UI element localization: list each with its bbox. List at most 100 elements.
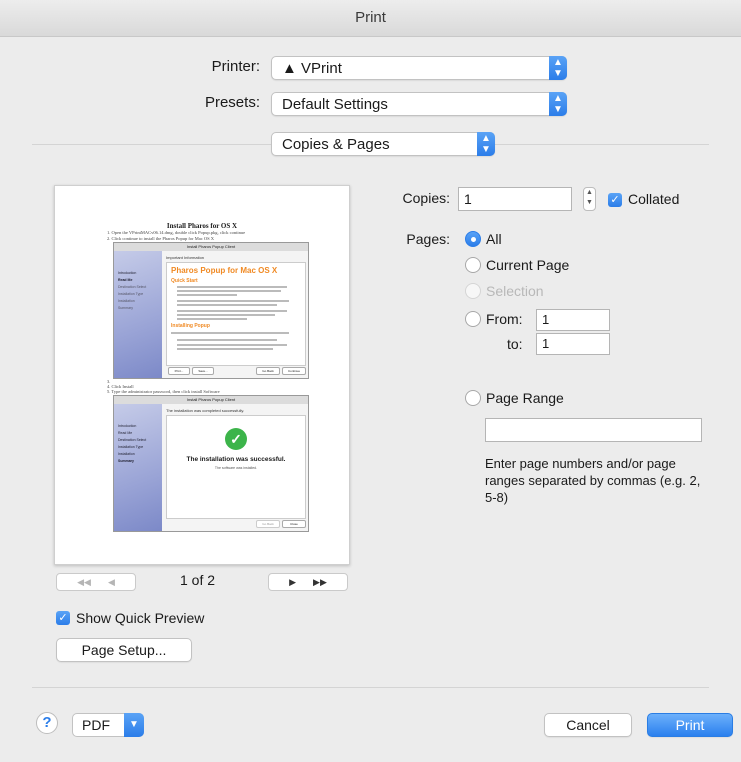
shot2-close-button: Close	[282, 520, 306, 528]
text-line	[171, 332, 289, 334]
preview-step: 5. Type the administrator password, then…	[107, 389, 220, 394]
sidebar-step: Installation	[118, 452, 135, 456]
sidebar-step: Read Me	[118, 278, 133, 282]
shot2-content: ✓ The installation was successful. The s…	[166, 415, 306, 519]
shot2-back-button: Go Back	[256, 520, 280, 528]
text-line	[177, 339, 277, 341]
section-popup[interactable]: Copies & Pages ▲ ▼	[271, 132, 495, 156]
shot1-print-button: Print...	[168, 367, 190, 375]
quick-preview-checkbox[interactable]: ✓	[56, 611, 70, 625]
preview-doc-title: Install Pharos for OS X	[166, 222, 238, 230]
text-line	[177, 348, 273, 350]
preview-next-last-buttons[interactable]: ▶ ▶▶	[268, 573, 348, 591]
preview-screenshot-2: Install Pharos Popup Client Introduction…	[113, 395, 309, 532]
footer-separator	[32, 687, 709, 688]
sidebar-step: Destination Select	[118, 438, 147, 442]
pages-from-radio[interactable]	[465, 311, 481, 327]
help-icon[interactable]: ?	[36, 712, 58, 734]
page-range-input[interactable]	[485, 418, 702, 442]
text-line	[177, 310, 287, 312]
collated-label: Collated	[628, 191, 680, 207]
presets-popup[interactable]: Default Settings ▲ ▼	[271, 92, 567, 116]
sidebar-step: Installation Type	[118, 445, 144, 449]
sidebar-step: Introduction	[118, 424, 137, 428]
sidebar-step: Installation	[118, 299, 135, 303]
text-line	[177, 344, 287, 346]
success-checkmark-icon: ✓	[225, 428, 247, 450]
pdf-menu-button[interactable]: PDF ▼	[72, 713, 144, 737]
chevron-down-icon: ▼	[124, 713, 144, 737]
pages-to-label: to:	[507, 336, 523, 352]
from-page-input[interactable]: 1	[536, 309, 610, 331]
popup-arrows-icon: ▲ ▼	[549, 56, 567, 80]
text-line	[177, 314, 275, 316]
pages-from-label: From:	[486, 311, 523, 327]
presets-label: Presets:	[204, 94, 260, 111]
text-line	[177, 290, 281, 292]
pages-range-label: Page Range	[486, 390, 564, 406]
shot2-header: The installation was completed successfu…	[166, 408, 245, 413]
page-setup-button[interactable]: Page Setup...	[56, 638, 192, 662]
sidebar-step: Read Me	[118, 431, 133, 435]
printer-label: Printer:	[211, 58, 260, 75]
preview-first-prev-buttons[interactable]: ◀◀ ◀	[56, 573, 136, 591]
shot2-success-subtext: The software was installed.	[214, 466, 258, 470]
print-button[interactable]: Print	[647, 713, 733, 737]
section-value: Copies & Pages	[282, 136, 390, 153]
last-page-icon[interactable]: ▶▶	[313, 577, 327, 587]
printer-popup[interactable]: ▲ VPrint ▲ ▼	[271, 56, 567, 80]
pages-all-radio[interactable]	[465, 231, 481, 247]
page-preview: Install Pharos for OS X 1. Open the VPri…	[54, 185, 350, 565]
first-page-icon[interactable]: ◀◀	[77, 577, 91, 587]
sidebar-step: Introduction	[118, 271, 137, 275]
shot1-heading: Pharos Popup for Mac OS X	[171, 266, 278, 275]
pages-all-label: All	[486, 231, 502, 247]
preview-screenshot-1: Install Pharos Popup Client Introduction…	[113, 242, 309, 379]
pages-current-radio[interactable]	[465, 257, 481, 273]
cancel-button[interactable]: Cancel	[544, 713, 632, 737]
sidebar-step: Summary	[118, 306, 133, 310]
previous-page-icon[interactable]: ◀	[108, 577, 115, 587]
to-page-input[interactable]: 1	[536, 333, 610, 355]
page-indicator: 1 of 2	[180, 572, 216, 588]
shot1-continue-button: Continue	[282, 367, 306, 375]
text-line	[177, 304, 277, 306]
shot1-save-button: Save...	[192, 367, 214, 375]
title-bar: Print	[0, 0, 741, 37]
pdf-label: PDF	[82, 717, 110, 733]
pages-selection-label: Selection	[486, 283, 544, 299]
copies-input[interactable]: 1	[458, 187, 572, 211]
shot1-sidebar: Introduction Read Me Destination Select …	[114, 251, 162, 378]
shot1-titlebar: Install Pharos Popup Client	[114, 243, 308, 251]
shot1-header: Important Information	[166, 255, 205, 260]
printer-value: ▲ VPrint	[282, 60, 342, 77]
shot1-subheading: Installing Popup	[171, 323, 210, 329]
pages-selection-radio	[465, 283, 481, 299]
text-line	[177, 286, 287, 288]
next-page-icon[interactable]: ▶	[289, 577, 296, 587]
collated-checkbox[interactable]: ✓	[608, 193, 622, 207]
text-line	[177, 300, 289, 302]
shot1-back-button: Go Back	[256, 367, 280, 375]
window-title: Print	[355, 9, 386, 26]
copies-label: Copies:	[402, 190, 450, 206]
quick-preview-label: Show Quick Preview	[76, 610, 205, 626]
preview-step: 2. Click continue to install the Pharos …	[107, 236, 214, 241]
pages-current-label: Current Page	[486, 257, 570, 273]
popup-arrows-icon: ▲ ▼	[549, 92, 567, 116]
sidebar-step: Summary	[118, 459, 134, 463]
shot1-subheading: Quick Start	[171, 278, 198, 284]
presets-value: Default Settings	[282, 96, 388, 113]
pages-range-radio[interactable]	[465, 390, 481, 406]
pages-label: Pages:	[406, 231, 450, 247]
text-line	[177, 294, 237, 296]
preview-step: 1. Open the VPrintMACv06.14.dmg, double …	[107, 230, 246, 235]
copies-stepper[interactable]: ▲ ▼	[583, 187, 596, 211]
text-line	[177, 318, 247, 320]
popup-arrows-icon: ▲ ▼	[477, 132, 495, 156]
sidebar-step: Destination Select	[118, 285, 147, 289]
shot2-sidebar: Introduction Read Me Destination Select …	[114, 404, 162, 531]
shot2-titlebar: Install Pharos Popup Client	[114, 396, 308, 404]
page-range-hint: Enter page numbers and/or page ranges se…	[485, 456, 701, 505]
shot2-success-text: The installation was successful.	[186, 456, 286, 463]
